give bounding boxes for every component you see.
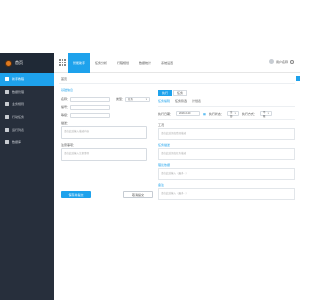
content-area: 首页 基础信息 名称： 类型： 任务 ▾ 编号： 等级： 描述： 请在此处输入描… bbox=[54, 73, 300, 300]
mode-label: 执行方式： bbox=[241, 111, 257, 116]
date-input[interactable]: 2018-3-20 bbox=[176, 111, 201, 116]
type-label: 类型： bbox=[116, 97, 126, 101]
condition-textarea[interactable]: 请在此处添加情况描述 bbox=[158, 128, 295, 140]
nav-item-settings[interactable]: 系统设置 bbox=[156, 53, 178, 73]
nav-item-task-analysis[interactable]: 任务分析 bbox=[90, 53, 112, 73]
mode-select[interactable]: 不限 ▾ bbox=[259, 111, 272, 118]
calendar-icon[interactable]: ▦ bbox=[203, 112, 206, 116]
nav-item-smart-assistant[interactable]: 智能助手 bbox=[68, 53, 91, 73]
status-select[interactable]: 全部 ▾ bbox=[226, 111, 239, 118]
section-title: 基础信息 bbox=[61, 88, 74, 92]
brand[interactable]: 首页 bbox=[0, 53, 54, 73]
form-row-level: 等级： bbox=[61, 111, 153, 119]
nav-item-route-planning[interactable]: 行程规划 bbox=[112, 53, 134, 73]
basic-info-form: 基础信息 名称： 类型： 任务 ▾ 编号： 等级： 描述： 请在此处输入描述内容… bbox=[61, 88, 153, 198]
level-label: 等级： bbox=[61, 113, 71, 117]
tutorial-icon bbox=[5, 77, 9, 82]
sub-tab-schedule[interactable]: 计划表 bbox=[192, 99, 201, 103]
tab-execute[interactable]: 执行 bbox=[158, 90, 173, 96]
rules-icon bbox=[5, 102, 9, 107]
form-actions: 保存并提交 取消提交 bbox=[61, 191, 153, 198]
form-row-code: 编号： bbox=[61, 103, 153, 111]
sidebar-item-label: 运行列表 bbox=[12, 127, 25, 132]
cancel-button[interactable]: 取消提交 bbox=[123, 191, 153, 198]
form-panel: 首页 基础信息 名称： 类型： 任务 ▾ 编号： 等级： 描述： 请在此处输入描… bbox=[54, 73, 300, 300]
form-row-desc: 描述： 请在此处输入描述内容 bbox=[61, 121, 153, 139]
sidebar-item-database[interactable]: 数据库 bbox=[0, 136, 54, 149]
remark-textarea[interactable]: 请在此处输入（最多...） bbox=[158, 188, 295, 200]
brand-name: 首页 bbox=[15, 60, 23, 65]
tabs: 执行 任务 bbox=[158, 90, 295, 96]
sidebar-item-label: 新手教程 bbox=[12, 77, 25, 82]
divider bbox=[158, 119, 295, 120]
sidebar-item-run-list[interactable]: 运行列表 bbox=[0, 123, 54, 136]
list-icon bbox=[5, 127, 9, 132]
data-icon bbox=[5, 89, 9, 94]
divider bbox=[158, 106, 295, 107]
section-label-task-desc: 任务描述 bbox=[158, 143, 171, 147]
code-label: 编号： bbox=[61, 105, 71, 109]
date-label: 执行日期： bbox=[158, 111, 174, 116]
logo-icon bbox=[5, 59, 12, 67]
tab-task[interactable]: 任务 bbox=[173, 90, 188, 96]
code-input[interactable] bbox=[70, 104, 110, 110]
database-icon bbox=[5, 140, 9, 145]
sidebar-item-label: 行动任务 bbox=[12, 115, 25, 120]
sidebar: 新手教程 数据管理 业务规则 行动任务 运行列表 数据库 bbox=[0, 73, 54, 300]
breadcrumb[interactable]: 首页 bbox=[61, 77, 67, 81]
section-label-condition: 工况 bbox=[158, 123, 165, 127]
section-label-remark: 备注 bbox=[158, 183, 165, 187]
sidebar-item-business-rules[interactable]: 业务规则 bbox=[0, 98, 54, 111]
section-label-basis: 理论依据 bbox=[158, 163, 171, 167]
name-label: 名称： bbox=[61, 97, 71, 101]
chevron-down-icon: ▾ bbox=[145, 97, 147, 101]
user-menu[interactable]: 用户名称 bbox=[268, 59, 294, 64]
main-nav: 智能助手 任务分析 行程规划 数据统计 系统设置 bbox=[68, 53, 178, 73]
nav-item-statistics[interactable]: 数据统计 bbox=[134, 53, 156, 73]
task-desc-textarea[interactable]: 请在此处添加任务描述 bbox=[158, 148, 295, 160]
sub-tab-filter[interactable]: 任务筛选 bbox=[175, 99, 187, 103]
form-row-name-type: 名称： 类型： 任务 ▾ bbox=[61, 95, 153, 103]
app-grid-icon[interactable] bbox=[59, 59, 66, 66]
sidebar-item-label: 数据管理 bbox=[12, 89, 25, 94]
top-navigation-bar: 首页 智能助手 任务分析 行程规划 数据统计 系统设置 用户名称 bbox=[0, 53, 300, 73]
note-label: 注意事项： bbox=[61, 143, 77, 147]
note-textarea[interactable]: 请在此处输入注意事项 bbox=[61, 148, 147, 161]
level-input[interactable] bbox=[70, 112, 110, 118]
sub-tabs: 任务编辑 任务筛选 计划表 bbox=[158, 99, 295, 103]
chevron-down-icon: ▾ bbox=[267, 112, 269, 115]
type-select-value: 任务 bbox=[128, 98, 134, 101]
task-detail-panel: 执行 任务 任务编辑 任务筛选 计划表 执行日期： 2018-3-20 ▦ 执行… bbox=[158, 90, 295, 200]
sidebar-item-action-tasks[interactable]: 行动任务 bbox=[0, 111, 54, 124]
name-input[interactable] bbox=[70, 96, 110, 102]
filter-row: 执行日期： 2018-3-20 ▦ 执行状态： 全部 ▾ 执行方式： 不限 ▾ bbox=[158, 110, 295, 118]
desc-label: 描述： bbox=[61, 121, 71, 125]
sidebar-item-label: 业务规则 bbox=[12, 102, 25, 107]
save-button[interactable]: 保存并提交 bbox=[61, 191, 91, 198]
status-label: 执行状态： bbox=[208, 111, 224, 116]
sidebar-item-label: 数据库 bbox=[12, 140, 22, 145]
basis-textarea[interactable]: 请在此处输入（最多...） bbox=[158, 168, 295, 180]
logout-icon[interactable] bbox=[290, 59, 294, 64]
form-row-note: 注意事项： 请在此处输入注意事项 bbox=[61, 143, 153, 161]
sidebar-item-tutorial[interactable]: 新手教程 bbox=[0, 73, 54, 86]
chevron-down-icon: ▾ bbox=[234, 112, 236, 115]
type-select[interactable]: 任务 ▾ bbox=[125, 96, 150, 102]
side-flag-icon[interactable] bbox=[296, 76, 300, 81]
divider bbox=[59, 83, 295, 84]
avatar bbox=[268, 59, 274, 64]
sub-tab-edit[interactable]: 任务编辑 bbox=[158, 99, 170, 103]
task-icon bbox=[5, 115, 9, 120]
sidebar-item-data-management[interactable]: 数据管理 bbox=[0, 86, 54, 99]
desc-textarea[interactable]: 请在此处输入描述内容 bbox=[61, 126, 147, 139]
user-name: 用户名称 bbox=[275, 59, 288, 64]
